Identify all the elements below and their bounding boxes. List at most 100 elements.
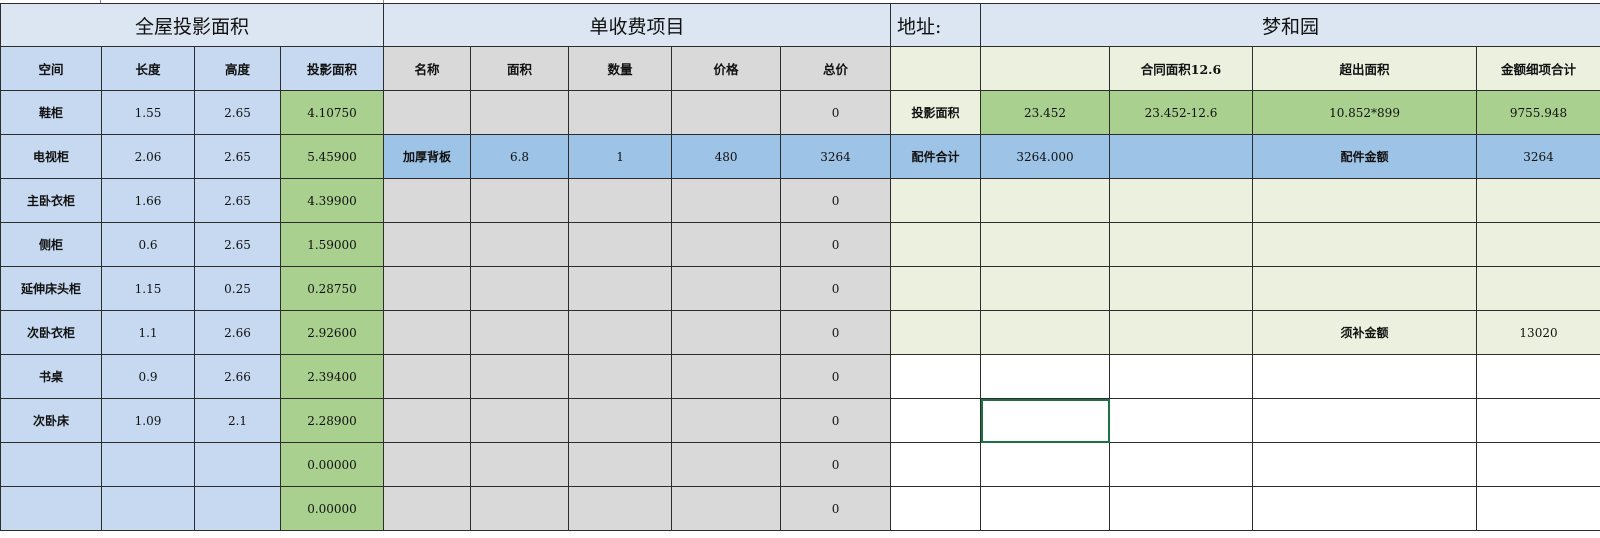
cell-contract-area[interactable] [1109, 134, 1254, 179]
cell-summary-label[interactable] [890, 354, 982, 399]
cell-summary-label[interactable] [890, 178, 982, 223]
cell-summary-label[interactable]: 配件合计 [890, 134, 982, 179]
cell-summary-label[interactable] [890, 310, 982, 355]
cell-contract-area[interactable]: 23.452-12.6 [1109, 90, 1254, 135]
cell-item-quantity[interactable] [568, 354, 673, 399]
cell-space[interactable]: 书桌 [0, 354, 102, 399]
cell-item-name[interactable]: 加厚背板 [383, 134, 472, 179]
cell-summary-label[interactable] [890, 442, 982, 487]
cell-height[interactable]: 2.1 [194, 398, 281, 443]
cell-summary-label[interactable] [890, 266, 982, 311]
cell-item-name[interactable] [383, 266, 472, 311]
cell-length[interactable]: 1.55 [101, 90, 195, 135]
cell-projection-area[interactable]: 2.28900 [279, 398, 385, 443]
cell-item-name[interactable] [383, 178, 472, 223]
cell-item-area[interactable] [470, 222, 570, 267]
cell-item-price[interactable] [671, 398, 782, 443]
cell-item-price[interactable] [671, 266, 782, 311]
cell-item-quantity[interactable]: 1 [568, 134, 673, 179]
cell-item-total[interactable]: 0 [780, 354, 892, 399]
cell-item-total[interactable]: 0 [780, 222, 892, 267]
cell-projection-area[interactable]: 0.28750 [279, 266, 385, 311]
cell-item-name[interactable] [383, 90, 472, 135]
cell-height[interactable]: 2.66 [194, 310, 281, 355]
cell-contract-area[interactable] [1109, 222, 1254, 267]
cell-item-price[interactable] [671, 310, 782, 355]
cell-summary-label[interactable]: 投影面积 [890, 90, 982, 135]
cell-excess-area[interactable] [1252, 178, 1478, 223]
cell-space[interactable]: 次卧衣柜 [0, 310, 102, 355]
cell-item-total[interactable]: 0 [780, 442, 892, 487]
cell-amount-subtotal[interactable]: 13020 [1476, 310, 1600, 355]
cell-item-area[interactable] [470, 310, 570, 355]
cell-space[interactable]: 次卧床 [0, 398, 102, 443]
cell-length[interactable] [101, 486, 195, 531]
cell-height[interactable] [194, 486, 281, 531]
cell-height[interactable]: 2.65 [194, 90, 281, 135]
cell-item-price[interactable] [671, 354, 782, 399]
cell-item-quantity[interactable] [568, 398, 673, 443]
cell-height[interactable]: 2.65 [194, 134, 281, 179]
cell-contract-area[interactable] [1109, 178, 1254, 223]
cell-item-quantity[interactable] [568, 90, 673, 135]
cell-item-total[interactable]: 0 [780, 398, 892, 443]
cell-excess-area[interactable] [1252, 222, 1478, 267]
cell-summary-label[interactable] [890, 222, 982, 267]
cell-height[interactable]: 2.66 [194, 354, 281, 399]
cell-item-name[interactable] [383, 398, 472, 443]
cell-item-price[interactable] [671, 486, 782, 531]
cell-summary-label[interactable] [890, 398, 982, 443]
cell-item-quantity[interactable] [568, 442, 673, 487]
cell-excess-area[interactable] [1252, 354, 1478, 399]
cell-projection-area[interactable]: 0.00000 [279, 486, 385, 531]
cell-item-name[interactable] [383, 442, 472, 487]
cell-item-total[interactable]: 0 [780, 486, 892, 531]
cell-length[interactable]: 0.9 [101, 354, 195, 399]
cell-excess-area[interactable]: 须补金额 [1252, 310, 1478, 355]
cell-space[interactable]: 电视柜 [0, 134, 102, 179]
cell-item-total[interactable]: 0 [780, 310, 892, 355]
cell-amount-subtotal[interactable] [1476, 486, 1600, 531]
cell-summary-value[interactable] [980, 178, 1111, 223]
cell-summary-label[interactable] [890, 486, 982, 531]
cell-space[interactable] [0, 442, 102, 487]
cell-item-total[interactable]: 3264 [780, 134, 892, 179]
cell-amount-subtotal[interactable] [1476, 398, 1600, 443]
cell-contract-area[interactable] [1109, 486, 1254, 531]
cell-summary-value[interactable] [980, 398, 1111, 443]
cell-projection-area[interactable]: 4.39900 [279, 178, 385, 223]
cell-summary-value[interactable]: 3264.000 [980, 134, 1111, 179]
cell-item-area[interactable]: 6.8 [470, 134, 570, 179]
cell-space[interactable] [0, 486, 102, 531]
cell-item-area[interactable] [470, 178, 570, 223]
cell-projection-area[interactable]: 2.39400 [279, 354, 385, 399]
cell-item-price[interactable] [671, 222, 782, 267]
cell-excess-area[interactable] [1252, 398, 1478, 443]
cell-length[interactable] [101, 442, 195, 487]
cell-amount-subtotal[interactable]: 9755.948 [1476, 90, 1600, 135]
cell-height[interactable]: 0.25 [194, 266, 281, 311]
cell-item-quantity[interactable] [568, 310, 673, 355]
cell-item-area[interactable] [470, 266, 570, 311]
cell-projection-area[interactable]: 1.59000 [279, 222, 385, 267]
cell-length[interactable]: 1.1 [101, 310, 195, 355]
cell-item-area[interactable] [470, 486, 570, 531]
cell-projection-area[interactable]: 0.00000 [279, 442, 385, 487]
cell-item-quantity[interactable] [568, 178, 673, 223]
cell-item-name[interactable] [383, 354, 472, 399]
cell-length[interactable]: 1.15 [101, 266, 195, 311]
cell-length[interactable]: 2.06 [101, 134, 195, 179]
cell-item-price[interactable] [671, 442, 782, 487]
cell-length[interactable]: 1.09 [101, 398, 195, 443]
cell-contract-area[interactable] [1109, 266, 1254, 311]
cell-item-total[interactable]: 0 [780, 90, 892, 135]
cell-summary-value[interactable] [980, 442, 1111, 487]
cell-item-name[interactable] [383, 222, 472, 267]
cell-item-area[interactable] [470, 354, 570, 399]
cell-length[interactable]: 1.66 [101, 178, 195, 223]
cell-length[interactable]: 0.6 [101, 222, 195, 267]
cell-contract-area[interactable] [1109, 354, 1254, 399]
cell-item-name[interactable] [383, 310, 472, 355]
cell-excess-area[interactable] [1252, 486, 1478, 531]
cell-item-quantity[interactable] [568, 486, 673, 531]
